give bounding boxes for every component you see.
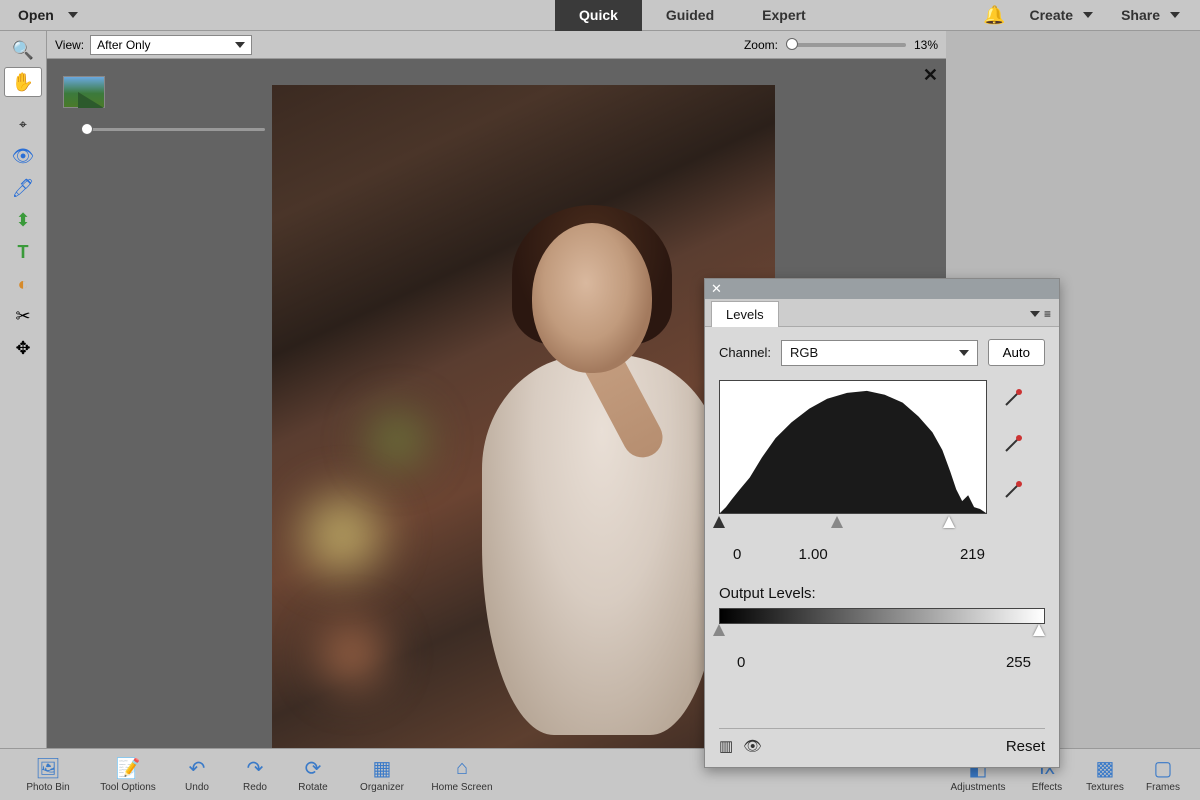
tab-guided[interactable]: Guided — [642, 0, 738, 31]
zoom-control: Zoom: 13% — [744, 38, 938, 52]
view-value: After Only — [97, 38, 150, 52]
close-document-icon[interactable]: ✕ — [923, 65, 938, 86]
histogram — [719, 380, 987, 514]
eyedropper-group — [999, 384, 1027, 504]
bb-redo[interactable]: ↷Redo — [226, 749, 284, 800]
whiten-tool[interactable]: 🖊 — [4, 173, 42, 203]
move-tool[interactable]: ✥ — [4, 333, 42, 363]
chevron-down-icon — [68, 12, 78, 18]
frames-icon: ▢ — [1154, 756, 1173, 780]
spot-heal-tool[interactable]: ◐ — [4, 269, 42, 299]
document-image[interactable] — [272, 85, 775, 755]
smart-fix-slider[interactable] — [81, 128, 265, 131]
rotate-icon: ⟳ — [305, 756, 322, 780]
notification-bell-icon[interactable]: 🔔 — [983, 5, 1005, 26]
straighten-tool[interactable]: ⬍ — [4, 205, 42, 235]
input-black-handle[interactable] — [713, 516, 725, 528]
channel-select[interactable]: RGB — [781, 340, 978, 366]
levels-titlebar[interactable]: ✕ — [705, 279, 1059, 299]
output-white-handle[interactable] — [1033, 624, 1045, 636]
preview-eye-icon[interactable]: 👁 — [743, 737, 762, 755]
photo-bin-icon: 🖼 — [35, 756, 60, 780]
zoom-thumb[interactable] — [786, 38, 798, 50]
bb-home-screen[interactable]: ⌂Home Screen — [422, 749, 502, 800]
zoom-slider[interactable] — [786, 43, 906, 47]
bb-rotate[interactable]: ⟳Rotate — [284, 749, 342, 800]
output-black-handle[interactable] — [713, 624, 725, 636]
create-label: Create — [1029, 7, 1073, 23]
output-black-value[interactable]: 0 — [737, 654, 745, 671]
bb-organizer[interactable]: ▦Organizer — [342, 749, 422, 800]
bb-photo-bin[interactable]: 🖼Photo Bin — [8, 749, 88, 800]
toolbox: 🔍 ✋ ⌖ 👁 🖊 ⬍ T ◐ ✂ ✥ — [0, 31, 47, 748]
tab-expert[interactable]: Expert — [738, 0, 830, 31]
output-white-value[interactable]: 255 — [1006, 654, 1031, 671]
crop-tool[interactable]: ✂ — [4, 301, 42, 331]
input-white-handle[interactable] — [943, 516, 955, 528]
undo-icon: ↶ — [189, 756, 206, 780]
levels-panel: ✕ Levels ≡ Channel: RGB Auto — [704, 278, 1060, 768]
bb-tool-options[interactable]: 📝Tool Options — [88, 749, 168, 800]
view-label: View: — [55, 38, 84, 52]
input-slider-row — [719, 516, 987, 532]
share-label: Share — [1121, 7, 1160, 23]
input-mid-value[interactable]: 1.00 — [798, 546, 827, 563]
slider-thumb[interactable] — [81, 123, 93, 135]
zoom-tool[interactable]: 🔍 — [4, 35, 42, 65]
white-eyedropper-icon[interactable] — [999, 476, 1027, 504]
input-black-value[interactable]: 0 — [733, 546, 741, 563]
black-eyedropper-icon[interactable] — [999, 384, 1027, 412]
output-gradient — [719, 608, 1045, 624]
output-levels-label: Output Levels: — [719, 585, 1045, 602]
home-screen-icon: ⌂ — [456, 756, 468, 780]
close-icon[interactable]: ✕ — [711, 281, 722, 297]
clip-toggle-icon[interactable]: ▥ — [719, 737, 733, 755]
redo-icon: ↷ — [247, 756, 264, 780]
top-bar: Open Quick Guided Expert 🔔 Create Share — [0, 0, 1200, 31]
quick-select-tool[interactable]: ⌖ — [4, 109, 42, 139]
bb-undo[interactable]: ↶Undo — [168, 749, 226, 800]
share-menu[interactable]: Share — [1111, 7, 1190, 23]
open-menu[interactable]: Open — [0, 0, 96, 30]
channel-label: Channel: — [719, 345, 771, 360]
zoom-label: Zoom: — [744, 38, 778, 52]
chevron-down-icon — [235, 42, 245, 48]
output-slider-row — [719, 624, 1045, 640]
create-menu[interactable]: Create — [1019, 7, 1103, 23]
bb-frames[interactable]: ▢Frames — [1134, 756, 1192, 793]
input-white-value[interactable]: 219 — [960, 546, 985, 563]
organizer-icon: ▦ — [373, 756, 392, 780]
levels-auto-button[interactable]: Auto — [988, 339, 1045, 366]
view-bar: View: After Only Zoom: 13% — [47, 31, 946, 59]
textures-icon: ▩ — [1096, 756, 1115, 780]
gray-eyedropper-icon[interactable] — [999, 430, 1027, 458]
type-tool[interactable]: T — [4, 237, 42, 267]
smart-fix-icon — [63, 76, 105, 108]
tool-options-icon: 📝 — [116, 756, 141, 780]
channel-value: RGB — [790, 345, 818, 360]
chevron-down-icon — [1083, 12, 1093, 18]
redeye-tool[interactable]: 👁 — [4, 141, 42, 171]
hand-tool[interactable]: ✋ — [4, 67, 42, 97]
reset-button[interactable]: Reset — [1006, 738, 1045, 755]
chevron-down-icon — [1170, 12, 1180, 18]
levels-tabs: Levels ≡ — [705, 299, 1059, 327]
chevron-down-icon — [959, 350, 969, 356]
zoom-value: 13% — [914, 38, 938, 52]
levels-tab[interactable]: Levels — [711, 301, 779, 327]
bb-textures[interactable]: ▩Textures — [1076, 756, 1134, 793]
tab-quick[interactable]: Quick — [555, 0, 642, 31]
input-mid-handle[interactable] — [831, 516, 843, 528]
view-select[interactable]: After Only — [90, 35, 252, 55]
levels-panel-menu[interactable]: ≡ — [1030, 307, 1051, 326]
open-label: Open — [18, 7, 54, 23]
chevron-down-icon — [1030, 311, 1040, 317]
top-right-group: 🔔 Create Share — [983, 0, 1200, 30]
mode-tabs: Quick Guided Expert — [555, 0, 830, 31]
